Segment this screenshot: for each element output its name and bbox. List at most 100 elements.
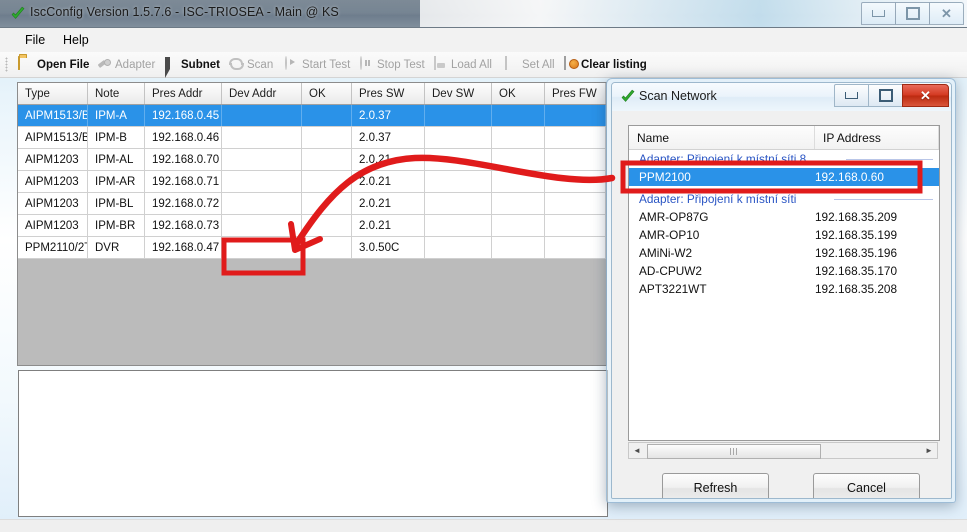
cancel-button[interactable]: Cancel [813, 473, 920, 498]
scroll-left-arrow-icon[interactable]: ◄ [629, 443, 645, 458]
table-cell[interactable]: IPM-BL [88, 193, 145, 214]
table-cell[interactable]: DVR [88, 237, 145, 258]
grid-column-header[interactable]: Pres FW [545, 83, 606, 104]
grid-column-header[interactable]: Note [88, 83, 145, 104]
table-cell[interactable] [425, 237, 492, 258]
table-cell[interactable] [545, 193, 606, 214]
table-cell[interactable] [302, 149, 352, 170]
table-cell[interactable] [492, 215, 545, 236]
dialog-maximize-button[interactable] [868, 84, 903, 107]
table-cell[interactable] [425, 171, 492, 192]
table-cell[interactable]: 2.0.37 [352, 105, 425, 126]
minimize-button[interactable] [861, 2, 896, 25]
table-cell[interactable] [492, 193, 545, 214]
table-cell[interactable]: 2.0.21 [352, 215, 425, 236]
table-cell[interactable] [425, 127, 492, 148]
table-cell[interactable] [222, 149, 302, 170]
table-cell[interactable]: IPM-B [88, 127, 145, 148]
table-cell[interactable] [222, 193, 302, 214]
dialog-minimize-button[interactable] [834, 84, 869, 107]
grid-column-header[interactable]: Pres SW [352, 83, 425, 104]
list-item[interactable]: AMR-OP10 192.168.35.199 [629, 226, 939, 244]
table-row[interactable]: PPM2110/2T DVR 192.168.0.47 3.0.50C [18, 237, 606, 259]
close-button[interactable]: ✕ [929, 2, 964, 25]
table-cell[interactable]: IPM-A [88, 105, 145, 126]
table-cell[interactable] [302, 193, 352, 214]
grid-column-header[interactable]: Dev SW [425, 83, 492, 104]
list-item[interactable]: AMiNi-W2 192.168.35.196 [629, 244, 939, 262]
table-cell[interactable]: 2.0.21 [352, 171, 425, 192]
grid-column-header[interactable]: Dev Addr [222, 83, 302, 104]
table-cell[interactable] [302, 215, 352, 236]
table-cell[interactable]: AIPM1203 [18, 149, 88, 170]
table-cell[interactable] [492, 237, 545, 258]
table-cell[interactable]: AIPM1513/B [18, 105, 88, 126]
table-cell[interactable] [222, 237, 302, 258]
table-cell[interactable] [302, 105, 352, 126]
table-cell[interactable]: IPM-AR [88, 171, 145, 192]
table-row[interactable]: AIPM1513/B IPM-B 192.168.0.46 2.0.37 [18, 127, 606, 149]
table-cell[interactable]: 2.0.21 [352, 193, 425, 214]
grid-column-header[interactable]: Pres Addr [145, 83, 222, 104]
table-cell[interactable]: AIPM1203 [18, 215, 88, 236]
table-cell[interactable]: 192.168.0.47 [145, 237, 222, 258]
table-cell[interactable]: 192.168.0.71 [145, 171, 222, 192]
table-row[interactable]: AIPM1203 IPM-BR 192.168.0.73 2.0.21 [18, 215, 606, 237]
table-cell[interactable] [222, 171, 302, 192]
table-cell[interactable]: PPM2110/2T [18, 237, 88, 258]
table-cell[interactable] [425, 105, 492, 126]
toolbar-grip[interactable] [5, 57, 8, 72]
table-cell[interactable] [492, 105, 545, 126]
toolbar-button-open-file[interactable]: Open File [18, 55, 89, 74]
table-cell[interactable] [425, 193, 492, 214]
table-cell[interactable]: 3.0.50C [352, 237, 425, 258]
list-column-header[interactable]: IP Address [815, 126, 939, 149]
menu-item-help[interactable]: Help [56, 32, 96, 48]
table-row[interactable]: AIPM1513/B IPM-A 192.168.0.45 2.0.37 [18, 105, 606, 127]
table-cell[interactable] [492, 127, 545, 148]
list-item[interactable]: PPM2100 192.168.0.60 [629, 168, 939, 186]
table-cell[interactable] [302, 171, 352, 192]
toolbar-button-stop-test[interactable]: Stop Test [358, 55, 425, 74]
table-cell[interactable]: AIPM1203 [18, 193, 88, 214]
table-cell[interactable] [222, 127, 302, 148]
scrollbar-thumb[interactable] [647, 444, 821, 459]
table-cell[interactable]: IPM-BR [88, 215, 145, 236]
menu-item-file[interactable]: File [18, 32, 52, 48]
table-cell[interactable]: AIPM1513/B [18, 127, 88, 148]
table-row[interactable]: AIPM1203 IPM-AR 192.168.0.71 2.0.21 [18, 171, 606, 193]
grid-column-header[interactable]: OK [492, 83, 545, 104]
table-cell[interactable] [545, 215, 606, 236]
list-item[interactable]: AD-CPUW2 192.168.35.170 [629, 262, 939, 280]
table-cell[interactable]: IPM-AL [88, 149, 145, 170]
toolbar-button-subnet[interactable]: Subnet [162, 55, 220, 78]
list-item[interactable]: AMR-OP87G 192.168.35.209 [629, 208, 939, 226]
table-cell[interactable] [545, 237, 606, 258]
table-cell[interactable]: 192.168.0.73 [145, 215, 222, 236]
toolbar-button-scan[interactable]: Scan [228, 55, 273, 74]
table-cell[interactable]: 192.168.0.45 [145, 105, 222, 126]
table-cell[interactable] [545, 149, 606, 170]
table-cell[interactable] [492, 171, 545, 192]
table-cell[interactable] [302, 127, 352, 148]
table-cell[interactable] [545, 105, 606, 126]
table-cell[interactable]: AIPM1203 [18, 171, 88, 192]
table-cell[interactable] [222, 105, 302, 126]
network-device-list[interactable]: Name IP Address Adapter: Připojení k míst… [628, 125, 940, 441]
log-panel[interactable] [18, 370, 608, 517]
table-cell[interactable] [222, 215, 302, 236]
table-cell[interactable]: 2.0.37 [352, 127, 425, 148]
toolbar-button-adapter[interactable]: Adapter [96, 55, 155, 74]
table-cell[interactable] [425, 149, 492, 170]
scroll-right-arrow-icon[interactable]: ► [921, 443, 937, 458]
toolbar-button-clear-listing[interactable]: Clear listing [562, 55, 647, 74]
table-cell[interactable] [425, 215, 492, 236]
refresh-button[interactable]: Refresh [662, 473, 769, 498]
table-cell[interactable]: 2.0.21 [352, 149, 425, 170]
toolbar-button-load-all[interactable]: Load All [432, 55, 492, 74]
dialog-close-button[interactable]: ✕ [902, 84, 949, 107]
toolbar-button-start-test[interactable]: Start Test [283, 55, 350, 74]
table-cell[interactable]: 192.168.0.72 [145, 193, 222, 214]
grid-column-header[interactable]: OK [302, 83, 352, 104]
list-item[interactable]: APT3221WT 192.168.35.208 [629, 280, 939, 298]
